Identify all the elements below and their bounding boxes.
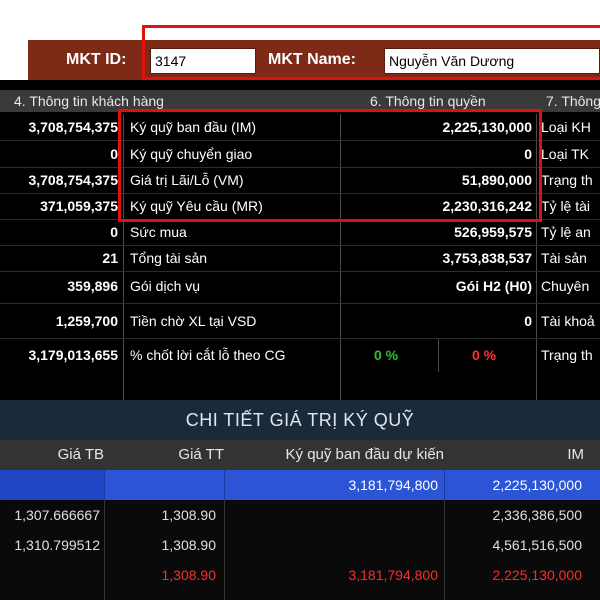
cell-avg-price: 1,307.666667 [14, 507, 100, 523]
grid-line [0, 338, 600, 339]
column-header-avg-price[interactable]: Giá TB [0, 440, 104, 470]
total-market-price: 1,308.90 [161, 567, 217, 583]
row-right-label: Loại KH [541, 119, 591, 135]
row-right-label: Tỷ lệ tài [541, 198, 591, 214]
cell-market-price: 1,308.90 [161, 537, 217, 553]
left-value: 3,708,754,375 [28, 172, 118, 188]
row-label-service-package: Gói dịch vụ [130, 278, 201, 294]
left-value: 1,259,700 [55, 313, 118, 329]
column-header-market-price[interactable]: Giá TT [104, 440, 224, 470]
row-value-total-assets: 3,753,838,537 [442, 250, 532, 266]
left-value: 371,059,375 [40, 198, 118, 214]
column-header-im[interactable]: IM [444, 440, 584, 470]
left-value: 359,896 [67, 278, 118, 294]
row-value-service-package: Gói H2 (H0) [455, 278, 532, 294]
row-right-label: Loại TK [541, 146, 589, 162]
row-right-label: Trạng th [541, 347, 593, 363]
table-row-selected[interactable]: 3,181,794,800 2,225,130,000 [0, 470, 600, 500]
row-value-buying-power: 526,959,575 [454, 224, 532, 240]
left-value: 3,708,754,375 [28, 119, 118, 135]
row-label-total-assets: Tổng tài sản [130, 250, 208, 266]
row-right-label: Tỷ lệ an [541, 224, 591, 240]
row-label-buying-power: Sức mua [130, 224, 187, 240]
grid-line [0, 303, 600, 304]
left-value: 0 [110, 146, 118, 162]
column-header-expected-im[interactable]: Ký quỹ ban đầu dự kiến [224, 440, 444, 470]
row-right-label: Tài khoả [541, 313, 595, 329]
cell-im: 4,561,516,500 [492, 537, 582, 553]
left-value: 3,179,013,655 [28, 347, 118, 363]
row-label-take-profit: % chốt lời cắt lỗ theo CG [130, 347, 286, 363]
cell-blank [0, 470, 104, 500]
highlight-box-header [142, 25, 600, 80]
selected-im: 2,225,130,000 [492, 477, 582, 493]
row-right-label: Chuyên [541, 278, 590, 294]
mkt-id-label: MKT ID: [66, 51, 127, 68]
left-value: 21 [102, 250, 118, 266]
row-value-vsd-pending: 0 [524, 313, 532, 329]
grid-line [104, 470, 105, 500]
row-label-vsd-pending: Tiền chờ XL tại VSD [130, 313, 257, 329]
table-row[interactable]: 1,307.666667 1,308.90 2,336,386,500 [0, 500, 600, 530]
cell-avg-price: 1,310.799512 [14, 537, 100, 553]
grid-line [0, 271, 600, 272]
cell-market-price: 1,308.90 [161, 507, 217, 523]
highlight-box-margin [118, 109, 542, 222]
left-value: 0 [110, 224, 118, 240]
row-right-label: Trạng th [541, 172, 593, 188]
stop-loss-value: 0 % [472, 347, 497, 363]
table-row[interactable]: 1,310.799512 1,308.90 4,561,516,500 [0, 530, 600, 560]
total-im: 2,225,130,000 [492, 567, 582, 583]
table-row-total[interactable]: 1,308.90 3,181,794,800 2,225,130,000 [0, 560, 600, 590]
detail-table-body: 1,307.666667 1,308.90 2,336,386,500 1,31… [0, 500, 600, 600]
grid-line [438, 339, 439, 372]
section-title-7: 7. Thông [546, 93, 600, 109]
detail-header-row: Giá TB Giá TT Ký quỹ ban đầu dự kiến IM [0, 440, 600, 470]
cell-im: 2,336,386,500 [492, 507, 582, 523]
row-right-label: Tài sản [541, 250, 587, 266]
take-profit-value: 0 % [374, 347, 399, 363]
selected-expected-im: 3,181,794,800 [348, 477, 438, 493]
total-expected-im: 3,181,794,800 [348, 567, 438, 583]
margin-detail-title: CHI TIẾT GIÁ TRỊ KÝ QUỸ [0, 400, 600, 440]
